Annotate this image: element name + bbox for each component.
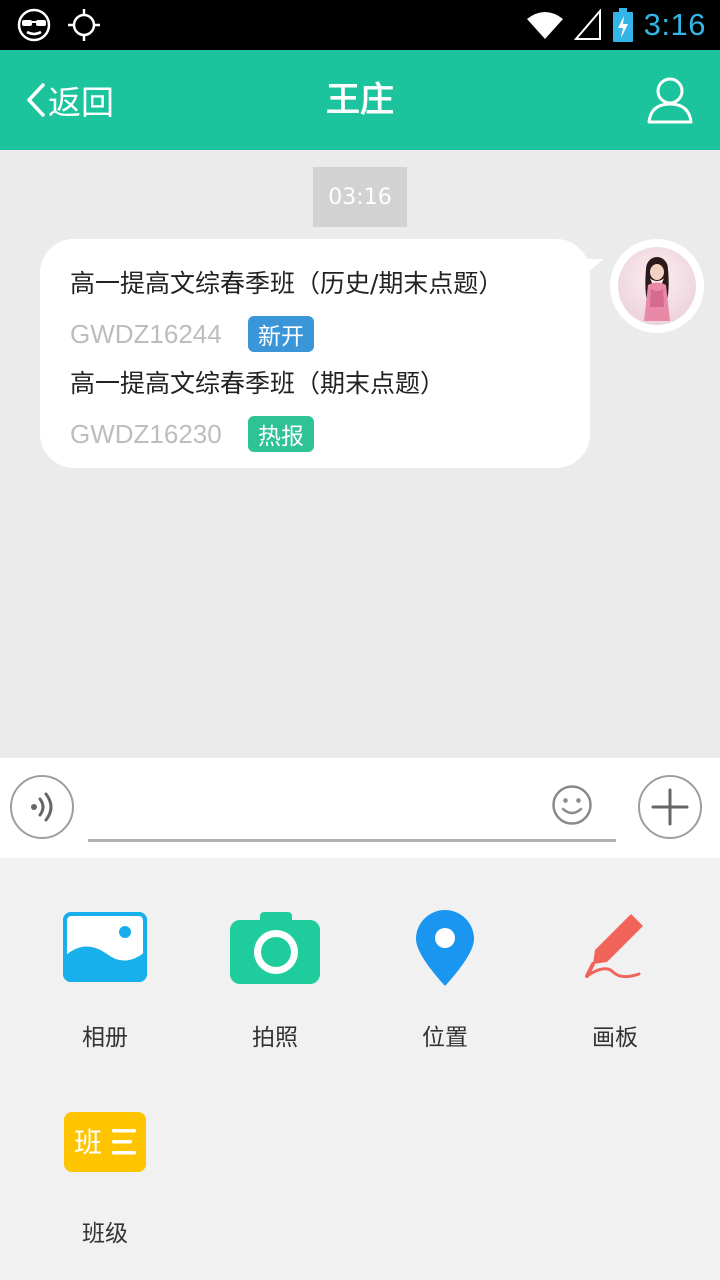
tool-camera[interactable]: 拍照 [190,908,360,1068]
tool-label: 位置 [422,1025,468,1051]
tool-drawing-board[interactable]: 画板 [530,908,700,1068]
status-badge: 热报 [248,416,314,452]
course-item[interactable]: 高一提高文综春季班（历史/期末点题） GWDZ16244 新开 [70,266,570,353]
status-badge: 新开 [248,316,314,352]
message-bubble[interactable]: 高一提高文综春季班（历史/期末点题） GWDZ16244 新开 高一提高文综春季… [40,239,604,468]
tool-location[interactable]: 位置 [360,908,530,1068]
avatar[interactable] [610,239,704,333]
back-button[interactable]: 返回 [24,50,114,150]
location-icon [416,910,474,986]
title-bar: 返回 王庄 [0,50,720,150]
input-bar [0,758,720,858]
tool-label: 相册 [82,1025,128,1051]
message-input[interactable] [88,778,616,842]
tool-class[interactable]: 班 班级 [20,1104,190,1264]
back-label: 返回 [48,83,114,122]
class-icon: 班 [64,1112,146,1172]
chevron-left-icon [27,83,45,117]
tool-label: 画板 [592,1025,638,1051]
pen-icon [585,914,643,979]
battery-charging-icon [612,8,633,42]
tool-label: 拍照 [252,1025,298,1051]
voice-icon [31,792,53,822]
person-icon [647,77,693,124]
camera-icon [230,912,320,984]
plus-icon [651,788,689,826]
incognito-icon [17,8,51,42]
voice-button[interactable] [10,775,74,839]
emoji-button[interactable] [551,784,593,826]
class-icon-text: 班 [74,1126,102,1159]
message-timestamp: 03:16 [313,167,407,227]
signal-icon [573,9,601,40]
plus-button[interactable] [638,775,702,839]
profile-button[interactable] [646,76,694,124]
course-code: GWDZ16230 [70,418,222,449]
course-item[interactable]: 高一提高文综春季班（期末点题） GWDZ16230 热报 [70,366,570,453]
tool-album[interactable]: 相册 [20,908,190,1068]
gps-icon [68,9,100,41]
emoji-icon [552,785,592,825]
album-icon [63,912,147,982]
course-name: 高一提高文综春季班（历史/期末点题） [70,269,504,298]
status-bar: 3:16 [0,0,720,50]
course-name: 高一提高文综春季班（期末点题） [70,369,446,398]
tool-label: 班级 [82,1221,128,1247]
chat-area[interactable]: 03:16 高一提高文综春季班（历史/期末点题） GWDZ16244 新开 高一… [0,150,720,758]
wifi-icon [526,12,563,39]
course-code: GWDZ16244 [70,318,222,349]
avatar-image [644,257,670,321]
tools-panel: 相册 拍照 位置 画板 班 班级 [0,858,720,1280]
clock: 3:16 [643,7,706,42]
